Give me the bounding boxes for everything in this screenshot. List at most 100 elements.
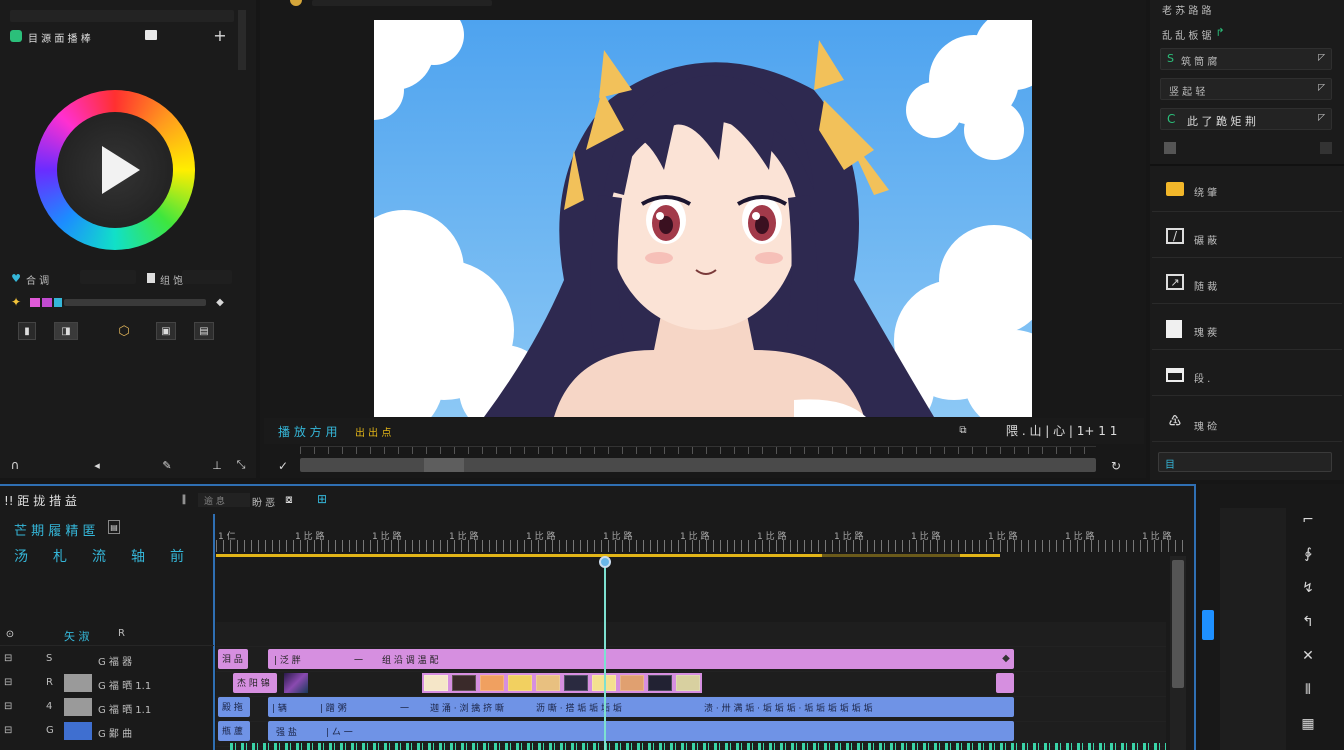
timeline-control-4[interactable]: 前 bbox=[170, 546, 184, 566]
field-b[interactable] bbox=[182, 270, 232, 284]
tool-button-4[interactable]: ▤ bbox=[194, 322, 214, 340]
work-area-bar[interactable] bbox=[216, 554, 822, 557]
clip-r3-main[interactable] bbox=[268, 697, 1014, 717]
clip-r2-thumb[interactable] bbox=[284, 673, 308, 693]
tool-effect[interactable]: ♳ 瑰 硷 bbox=[1152, 400, 1342, 442]
right-search-input[interactable]: 目 bbox=[1158, 452, 1332, 472]
right-row-3[interactable]: C 此 了 跪 矩 荆 ◸ bbox=[1160, 108, 1332, 130]
thumbnail[interactable] bbox=[452, 675, 476, 691]
timeline-field[interactable]: 逾 息 bbox=[198, 493, 250, 507]
timeline-scroll-thumb[interactable] bbox=[1172, 560, 1184, 688]
ruler-label: 1 仁 bbox=[218, 532, 236, 542]
work-area-bar-end[interactable] bbox=[960, 554, 1000, 557]
clip-r2-end[interactable] bbox=[996, 673, 1014, 693]
track-swatch[interactable] bbox=[64, 650, 92, 668]
thumbnail[interactable] bbox=[648, 675, 672, 691]
track-name: G 鄙 曲 bbox=[98, 729, 133, 740]
cube-icon[interactable]: ⬡ bbox=[116, 322, 132, 340]
pen-icon[interactable]: ✎ bbox=[160, 458, 174, 472]
side-tool-icon[interactable]: ⫴ bbox=[1298, 680, 1318, 700]
link-icon[interactable]: ⊙ bbox=[4, 628, 16, 640]
expand-icon[interactable]: ⤡ bbox=[234, 458, 248, 472]
timeline-marker-icon[interactable]: ‖ bbox=[180, 493, 188, 505]
razor-icon[interactable]: ✓ bbox=[274, 458, 292, 474]
clip-r2-a[interactable]: 杰 阳 锦 bbox=[233, 673, 277, 693]
playhead-line[interactable] bbox=[604, 558, 606, 750]
thumbnail[interactable] bbox=[620, 675, 644, 691]
track-swatch[interactable] bbox=[64, 674, 92, 692]
thumbnail[interactable] bbox=[424, 675, 448, 691]
slider-track[interactable] bbox=[64, 299, 206, 306]
track-toggle-icon[interactable]: ⊟ bbox=[4, 677, 12, 688]
clip-r1-a[interactable]: 泪 品 bbox=[218, 649, 248, 669]
right-row-2[interactable]: 竖 起 轻 ◸ bbox=[1160, 78, 1332, 100]
playhead-knob[interactable] bbox=[599, 556, 611, 568]
scrollbar[interactable] bbox=[238, 10, 246, 70]
side-tool-icon[interactable]: ✕ bbox=[1298, 646, 1318, 666]
grid-icon[interactable]: ⊞ bbox=[316, 492, 328, 506]
loop-icon[interactable]: ↻ bbox=[1108, 458, 1124, 474]
timeline-title: !! 距 拢 措 益 bbox=[4, 494, 77, 508]
tool-transform[interactable]: ↗ 随 裁 bbox=[1152, 262, 1342, 304]
play-icon[interactable] bbox=[102, 146, 140, 194]
track-toggle-icon[interactable]: ⊟ bbox=[4, 701, 12, 712]
scrub-marker[interactable] bbox=[424, 458, 464, 472]
right-row-1[interactable]: S 筑 筒 腐 ◸ bbox=[1160, 48, 1332, 70]
thumbnail[interactable] bbox=[564, 675, 588, 691]
tool-title[interactable]: 绕 肇 bbox=[1152, 170, 1342, 212]
thumbnail[interactable] bbox=[536, 675, 560, 691]
fit-icon[interactable]: ⧉ bbox=[956, 424, 970, 436]
track-row[interactable]: ⊟ R G 福 晒 1.1 bbox=[0, 672, 214, 694]
small-box-icon[interactable]: ▤ bbox=[108, 520, 120, 534]
thumbnail[interactable] bbox=[480, 675, 504, 691]
swatch-cyan[interactable] bbox=[54, 298, 62, 307]
tool-button-1[interactable]: ▮ bbox=[18, 322, 36, 340]
thumbnail-strip[interactable] bbox=[422, 673, 702, 693]
clip-r1-end-icon[interactable]: ◆ bbox=[1000, 652, 1012, 664]
pin-icon[interactable]: ◆ bbox=[214, 296, 226, 308]
step-icon[interactable]: ⊥ bbox=[210, 458, 224, 472]
tool-button-2[interactable]: ◨ bbox=[54, 322, 78, 340]
snapshot-icon[interactable]: ⧇ bbox=[282, 492, 296, 506]
clip-r3-a[interactable]: 殿 拖 bbox=[218, 697, 250, 717]
left-top-field[interactable] bbox=[10, 10, 234, 22]
side-tool-icon[interactable]: ↰ bbox=[1298, 612, 1318, 632]
preview-scrub-bar[interactable] bbox=[300, 458, 1096, 472]
track-row[interactable]: ⊟ G G 鄙 曲 bbox=[0, 720, 214, 742]
tool-caption[interactable]: 段 . bbox=[1152, 354, 1342, 396]
clip-r1-b[interactable] bbox=[268, 649, 1014, 669]
side-tool-icon[interactable]: ▦ bbox=[1298, 714, 1318, 734]
clip-r4-main[interactable] bbox=[268, 721, 1014, 741]
clip-r4-a[interactable]: 瓶 蘆 bbox=[218, 721, 250, 741]
timeline-control-2[interactable]: 流 bbox=[92, 546, 106, 566]
right-corner-square[interactable] bbox=[1320, 142, 1332, 154]
tool-button-3[interactable]: ▣ bbox=[156, 322, 176, 340]
timeline-control-1[interactable]: 札 bbox=[53, 546, 67, 566]
track-toggle-icon[interactable]: ⊟ bbox=[4, 725, 12, 736]
timeline-control-3[interactable]: 轴 bbox=[131, 546, 145, 566]
thumbnail[interactable] bbox=[676, 675, 700, 691]
side-tool-icon[interactable]: ⌐ bbox=[1298, 510, 1318, 530]
track-swatch[interactable] bbox=[64, 722, 92, 740]
white-square-icon[interactable] bbox=[145, 30, 157, 40]
timeline-control-0[interactable]: 汤 bbox=[14, 546, 28, 566]
field-a[interactable] bbox=[80, 270, 136, 284]
back-icon[interactable]: ◂ bbox=[90, 458, 104, 472]
track-row[interactable]: ⊟ 4 G 福 晒 1.1 bbox=[0, 696, 214, 718]
track-swatch[interactable] bbox=[64, 698, 92, 716]
top-toolbar-icon[interactable] bbox=[290, 0, 302, 6]
side-tool-icon[interactable]: ↯ bbox=[1298, 578, 1318, 598]
tool-panel[interactable]: 瑰 蒺 bbox=[1152, 308, 1342, 350]
track-row[interactable]: ⊟ S G 福 器 bbox=[0, 648, 214, 670]
right-small-square[interactable] bbox=[1164, 142, 1176, 154]
swatch-magenta[interactable] bbox=[42, 298, 52, 307]
blue-indicator[interactable] bbox=[1202, 610, 1214, 640]
track-toggle-icon[interactable]: ⊟ bbox=[4, 653, 12, 664]
swatch-pink[interactable] bbox=[30, 298, 40, 307]
add-icon[interactable]: + bbox=[212, 26, 228, 45]
audio-waveform[interactable] bbox=[230, 743, 1166, 750]
arc-icon[interactable]: ∩ bbox=[8, 458, 22, 472]
thumbnail[interactable] bbox=[508, 675, 532, 691]
tool-crop[interactable]: / 碾 蔽 bbox=[1152, 216, 1342, 258]
side-tool-icon[interactable]: ∲ bbox=[1298, 544, 1318, 564]
